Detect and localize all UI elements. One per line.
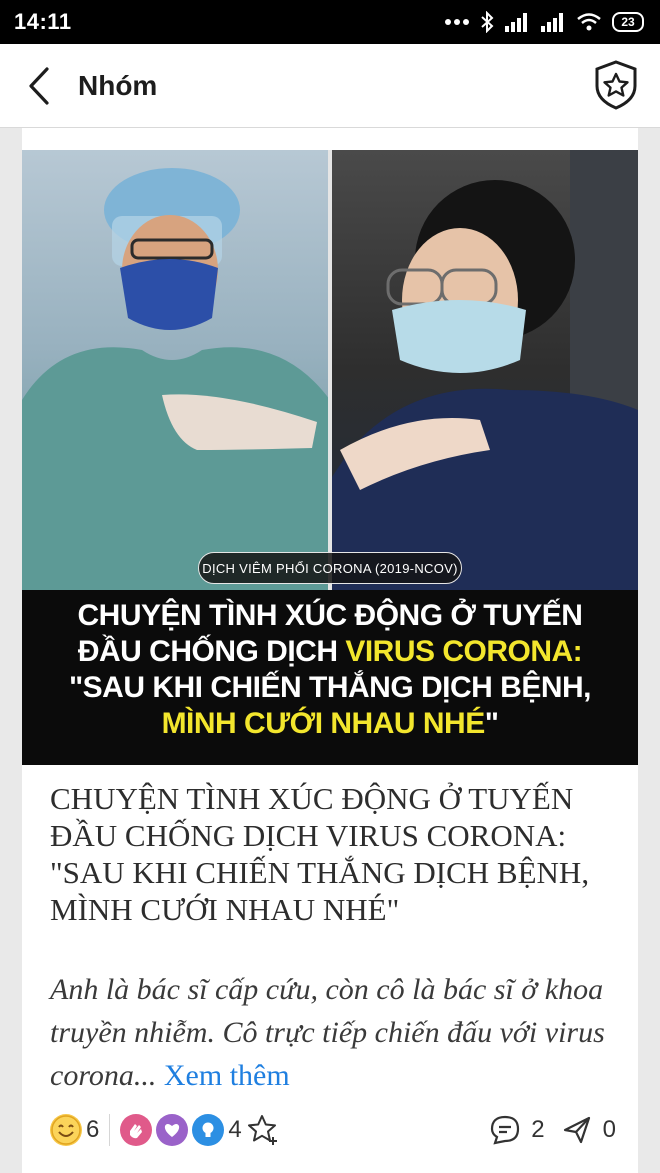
see-more-link[interactable]: Xem thêm	[164, 1059, 290, 1092]
app-bar: Nhóm	[0, 44, 660, 128]
smile-reaction-icon[interactable]	[50, 1114, 82, 1146]
headline-line-2-white: ĐẦU CHỐNG DỊCH	[77, 635, 346, 668]
clap-reaction-icon[interactable]	[120, 1114, 153, 1146]
headline-line-4: MÌNH CƯỚI NHAU NHÉ"	[42, 706, 618, 742]
signal-icon-2	[541, 13, 563, 32]
post-image[interactable]: DỊCH VIÊM PHỔI CORONA (2019-NCOV) CHUYỆN…	[22, 150, 638, 765]
headline-line-1: CHUYỆN TÌNH XÚC ĐỘNG Ở TUYẾN	[77, 599, 583, 632]
back-button[interactable]	[0, 44, 78, 128]
share-count: 0	[602, 1116, 616, 1143]
battery-level: 23	[612, 12, 644, 32]
doctor-photo	[22, 150, 330, 590]
heart-reaction-icon[interactable]	[156, 1114, 189, 1146]
star-shield-icon[interactable]	[594, 60, 638, 110]
lightbulb-reaction-icon[interactable]	[192, 1114, 225, 1146]
headline-line-2-yellow: VIRUS CORONA:	[345, 635, 583, 668]
comment-count: 2	[531, 1116, 545, 1143]
more-dots-icon	[445, 19, 469, 25]
headline-line-4-yellow: MÌNH CƯỚI NHAU NHÉ	[161, 707, 486, 740]
chevron-left-icon	[29, 66, 49, 105]
headline-line-2: ĐẦU CHỐNG DỊCH VIRUS CORONA:	[42, 634, 618, 670]
photo-divider	[328, 150, 332, 590]
article-excerpt: Anh là bác sĩ cấp cứu, còn cô là bác sĩ …	[50, 968, 620, 1097]
page-title: Nhóm	[78, 69, 158, 101]
headline-line-3: "SAU KHI CHIẾN THẮNG DỊCH BỆNH,	[68, 671, 592, 704]
bluetooth-icon	[481, 11, 494, 33]
signal-icon	[505, 13, 527, 32]
comment-icon[interactable]	[489, 1114, 521, 1146]
nurse-photo	[330, 150, 638, 590]
wifi-icon	[577, 13, 601, 31]
add-reaction-star-icon[interactable]	[246, 1113, 280, 1147]
headline-line-4-white: "	[484, 707, 499, 740]
status-time: 14:11	[14, 9, 72, 34]
group-reaction-count: 4	[228, 1116, 242, 1143]
battery-indicator: 23	[612, 12, 644, 32]
image-headline: CHUYỆN TÌNH XÚC ĐỘNG Ở TUYẾN ĐẦU CHỐNG D…	[42, 598, 618, 742]
status-icons: 23	[444, 11, 644, 33]
excerpt-text: Anh là bác sĩ cấp cứu, còn cô là bác sĩ …	[50, 973, 605, 1092]
reactions-divider	[109, 1114, 111, 1146]
article-title[interactable]: CHUYỆN TÌNH XÚC ĐỘNG Ở TUYẾN ĐẦU CHỐNG D…	[50, 780, 620, 928]
reactions-right: 2 0	[489, 1114, 616, 1146]
share-icon[interactable]	[561, 1114, 593, 1146]
status-bar: 14:11 23	[0, 0, 660, 44]
post-card[interactable]: DỊCH VIÊM PHỔI CORONA (2019-NCOV) CHUYỆN…	[22, 128, 638, 1173]
smile-reaction-count: 6	[86, 1116, 100, 1143]
reactions-bar: 6 4 2 0	[50, 1112, 616, 1148]
image-tag: DỊCH VIÊM PHỔI CORONA (2019-NCOV)	[198, 552, 462, 584]
